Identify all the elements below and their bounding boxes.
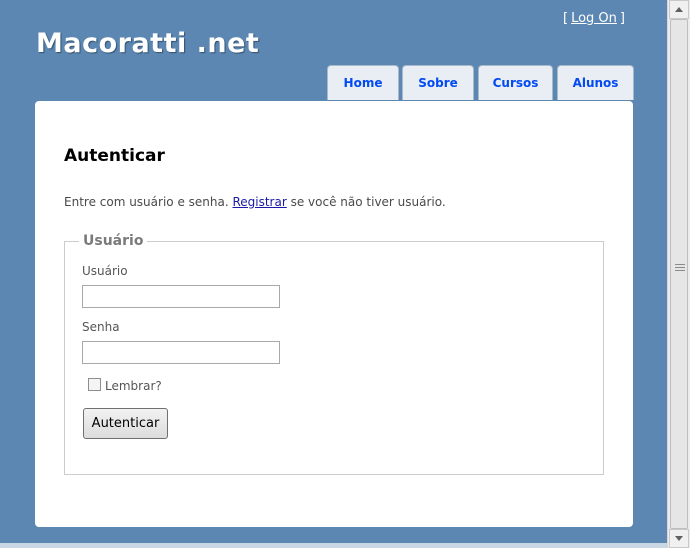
remember-label: Lembrar? <box>105 379 162 393</box>
intro-text-before: Entre com usuário e senha. <box>64 195 233 209</box>
tab-cursos[interactable]: Cursos <box>478 65 553 100</box>
tab-home[interactable]: Home <box>327 65 399 100</box>
login-area: [Log On] <box>563 11 625 26</box>
main-content: Autenticar Entre com usuário e senha. Re… <box>35 101 633 527</box>
username-input[interactable] <box>82 285 280 308</box>
password-label: Senha <box>82 320 120 334</box>
intro-text: Entre com usuário e senha. Registrar se … <box>64 195 446 209</box>
fieldset-legend: Usuário <box>79 233 148 249</box>
site-title: Macoratti .net <box>36 28 260 59</box>
page-viewport: Macoratti .net [Log On] Home Sobre Curso… <box>0 0 667 548</box>
scroll-down-button[interactable] <box>669 529 689 548</box>
scroll-up-arrow-icon <box>675 7 683 12</box>
login-bracket-open: [ <box>563 11 569 26</box>
register-link[interactable]: Registrar <box>232 195 286 209</box>
bottom-edge <box>0 543 667 548</box>
login-bracket-close: ] <box>619 11 625 26</box>
log-on-link[interactable]: Log On <box>571 11 617 26</box>
password-input[interactable] <box>82 341 280 364</box>
tab-alunos[interactable]: Alunos <box>557 65 634 100</box>
scroll-down-arrow-icon <box>675 536 683 541</box>
scroll-up-button[interactable] <box>669 0 689 19</box>
intro-text-after: se você não tiver usuário. <box>286 195 446 209</box>
scroll-thumb[interactable] <box>670 19 688 529</box>
user-fieldset: Usuário Usuário Senha Lembrar? Autentica… <box>64 233 604 475</box>
tab-sobre[interactable]: Sobre <box>402 65 474 100</box>
authenticate-button[interactable]: Autenticar <box>83 408 168 439</box>
username-label: Usuário <box>82 264 128 278</box>
vertical-scrollbar[interactable] <box>667 0 690 548</box>
page-title: Autenticar <box>64 146 165 166</box>
remember-checkbox[interactable] <box>88 378 101 391</box>
